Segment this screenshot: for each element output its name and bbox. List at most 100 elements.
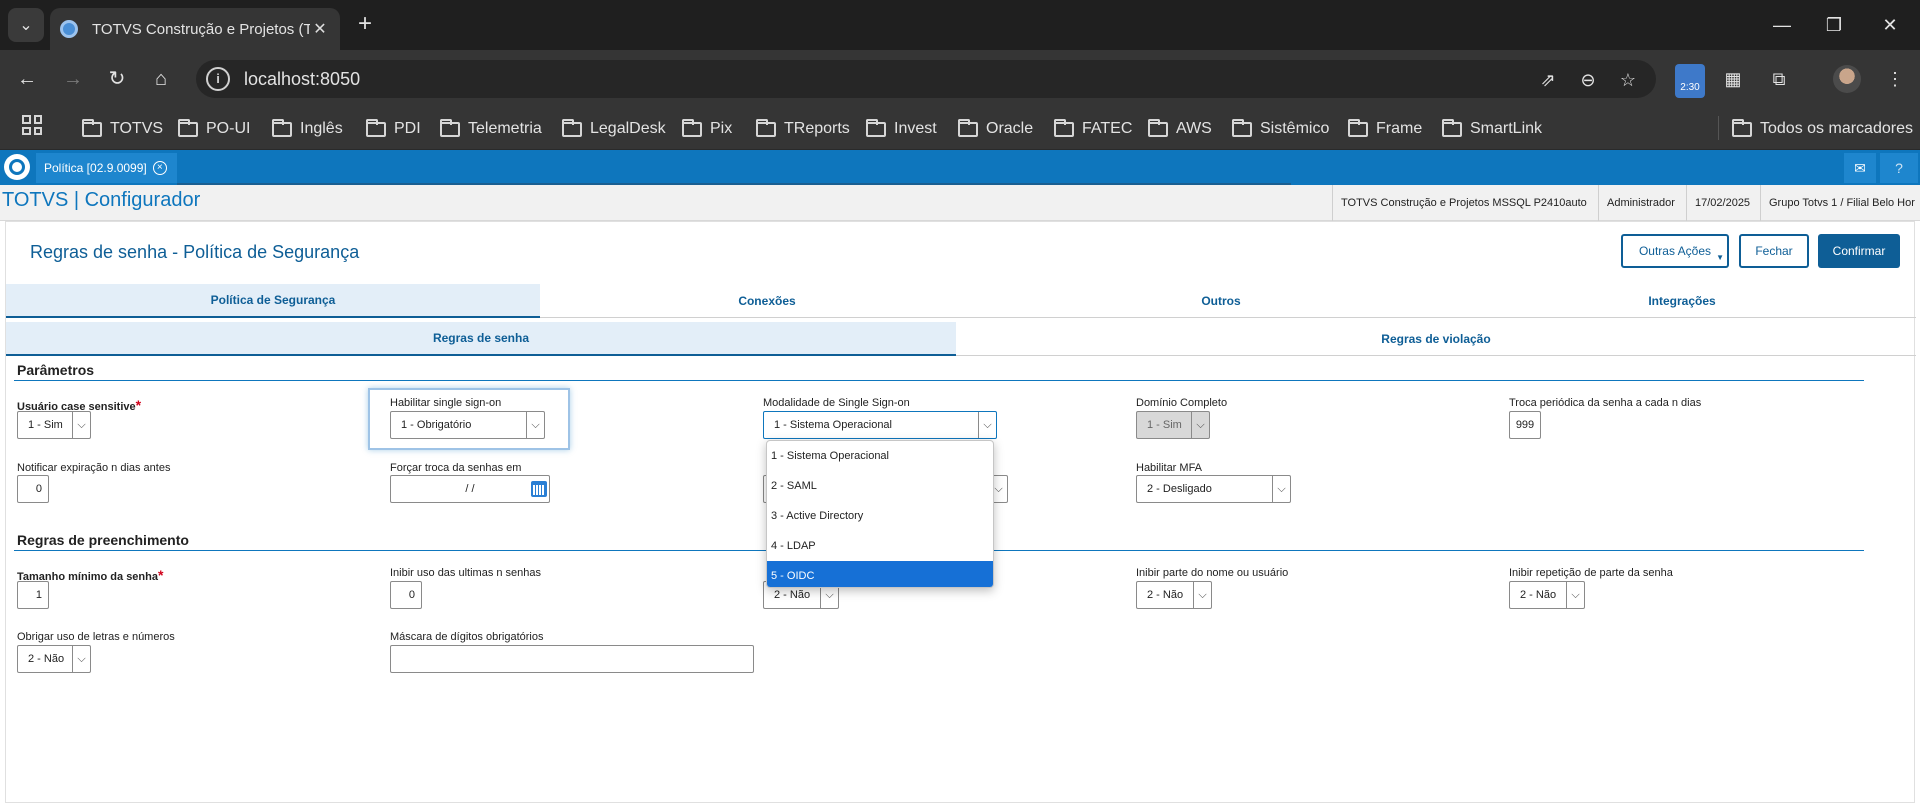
profile-avatar[interactable] <box>1833 65 1861 93</box>
folder-icon <box>866 118 886 137</box>
digit-mask-input[interactable] <box>390 645 754 673</box>
inhibit-repeat-label: Inibir repetição de parte da senha <box>1509 567 1673 579</box>
tab-integrations[interactable]: Integrações <box>1448 284 1916 318</box>
more-menu-icon[interactable]: ⋮ <box>1880 64 1910 94</box>
bookmark-folder[interactable]: PDI <box>366 116 421 142</box>
reload-icon[interactable]: ↻ <box>100 62 134 96</box>
notify-expiration-input[interactable]: 0 <box>17 475 49 503</box>
bookmark-folder[interactable]: Oracle <box>958 116 1033 142</box>
forward-arrow-icon[interactable]: → <box>56 62 90 96</box>
back-arrow-icon[interactable]: ← <box>10 62 44 96</box>
totvs-favicon-icon <box>60 20 78 38</box>
full-domain-select[interactable]: 1 - Sim ⌵ <box>1136 411 1210 439</box>
sso-option-ldap[interactable]: 4 - LDAP <box>767 531 993 561</box>
main-tabs: Política de Segurança Conexões Outros In… <box>6 284 1916 318</box>
bookmark-folder[interactable]: FATEC <box>1054 116 1132 142</box>
bookmark-folder[interactable]: Telemetria <box>440 116 542 142</box>
extensions-puzzle-icon[interactable]: ⧉ <box>1764 64 1794 94</box>
environment-info: TOTVS Construção e Projetos MSSQL P2410a… <box>1332 185 1598 221</box>
bookmark-folder[interactable]: AWS <box>1148 116 1212 142</box>
tab-password-rules[interactable]: Regras de senha <box>6 322 956 356</box>
sso-option-active-directory[interactable]: 3 - Active Directory <box>767 501 993 531</box>
inhibit-last-input[interactable]: 0 <box>390 581 422 609</box>
force-change-date-input[interactable]: / / <box>390 475 550 503</box>
sso-option-saml[interactable]: 2 - SAML <box>767 471 993 501</box>
close-tab-icon[interactable]: ✕ <box>310 19 330 39</box>
bookmark-folder[interactable]: Sistêmico <box>1232 116 1329 142</box>
sso-mode-label: Modalidade de Single Sign-on <box>763 397 910 409</box>
other-actions-button[interactable]: Outras Ações ▼ <box>1621 234 1729 268</box>
sso-option-oidc[interactable]: 5 - OIDC <box>767 561 993 587</box>
apps-grid-icon[interactable] <box>22 115 42 135</box>
folder-icon <box>756 118 776 137</box>
help-icon[interactable]: ? <box>1880 153 1918 183</box>
mfa-select[interactable]: 2 - Desligado ⌵ <box>1136 475 1291 503</box>
bookmark-folder[interactable]: Inglês <box>272 116 343 142</box>
letters-numbers-select[interactable]: 2 - Não ⌵ <box>17 645 91 673</box>
bookmark-folder[interactable]: SmartLink <box>1442 116 1542 142</box>
chevron-down-icon: ⌵ <box>1191 412 1209 438</box>
tab-security-policy[interactable]: Política de Segurança <box>6 284 540 318</box>
folder-icon <box>958 118 978 137</box>
tab-others[interactable]: Outros <box>994 284 1448 318</box>
address-bar[interactable]: i localhost:8050 ⇗ ⊖ ☆ <box>196 60 1656 98</box>
folder-icon <box>82 118 102 137</box>
bookmark-folder[interactable]: Frame <box>1348 116 1422 142</box>
restore-window-icon[interactable]: ❐ <box>1814 10 1854 40</box>
url-text: localhost:8050 <box>244 68 361 89</box>
sso-enable-select[interactable]: 1 - Obrigatório ⌵ <box>390 411 545 439</box>
browser-tab-title: TOTVS Construção e Projetos (T <box>92 20 310 38</box>
open-in-app-icon[interactable]: ⇗ <box>1536 68 1560 92</box>
periodic-change-input[interactable]: 999 <box>1509 411 1541 439</box>
sso-option-os[interactable]: 1 - Sistema Operacional <box>767 441 993 471</box>
min-length-input[interactable]: 1 <box>17 581 49 609</box>
section-fill-rules: Regras de preenchimento <box>17 532 189 548</box>
totvs-logo-icon[interactable] <box>4 154 30 180</box>
bookmark-folder[interactable]: Pix <box>682 116 732 142</box>
minimize-icon[interactable]: — <box>1762 10 1802 40</box>
app-top-bar: Política [02.9.0099] × ✉ ? <box>0 150 1920 185</box>
calendar-icon[interactable] <box>531 481 547 497</box>
chevron-down-icon: ⌵ <box>978 412 996 438</box>
all-bookmarks-folder[interactable]: Todos os marcadores <box>1732 116 1913 142</box>
browser-tab-strip: ⌄ TOTVS Construção e Projetos (T ✕ + — ❐… <box>0 0 1920 50</box>
qr-code-icon[interactable]: ▦ <box>1718 64 1748 94</box>
home-icon[interactable]: ⌂ <box>144 62 178 96</box>
folder-icon <box>366 118 386 137</box>
tab-connections[interactable]: Conexões <box>540 284 994 318</box>
section-divider <box>14 380 1864 381</box>
inhibit-last-label: Inibir uso das ultimas n senhas <box>390 567 542 579</box>
sso-enable-label: Habilitar single sign-on <box>390 397 502 409</box>
folder-icon <box>1232 118 1252 137</box>
bookmark-folder[interactable]: PO-UI <box>178 116 250 142</box>
bookmark-folder[interactable]: LegalDesk <box>562 116 666 142</box>
bookmark-folder[interactable]: TOTVS <box>82 116 163 142</box>
timer-extension-icon[interactable]: 2:30 <box>1675 64 1705 98</box>
inhibit-name-select[interactable]: 2 - Não ⌵ <box>1136 581 1212 609</box>
sso-mode-select[interactable]: 1 - Sistema Operacional ⌵ <box>763 411 997 439</box>
close-button[interactable]: Fechar <box>1739 234 1809 268</box>
close-program-icon[interactable]: × <box>152 161 167 175</box>
folder-icon <box>178 118 198 137</box>
force-change-label: Forçar troca da senhas em <box>390 462 522 474</box>
mail-icon[interactable]: ✉ <box>1844 153 1876 183</box>
confirm-button[interactable]: Confirmar <box>1818 234 1900 268</box>
caret-down-icon: ▼ <box>1716 253 1724 262</box>
bookmark-star-icon[interactable]: ☆ <box>1616 68 1640 92</box>
tab-violation-rules[interactable]: Regras de violação <box>956 322 1916 356</box>
app-title: TOTVS | Configurador <box>2 189 201 211</box>
bookmark-folder[interactable]: TReports <box>756 116 850 142</box>
site-info-icon[interactable]: i <box>206 67 230 91</box>
zoom-out-icon[interactable]: ⊖ <box>1576 68 1600 92</box>
new-tab-button[interactable]: + <box>352 12 378 38</box>
bookmark-folder[interactable]: Invest <box>866 116 937 142</box>
program-tab[interactable]: Política [02.9.0099] × <box>36 153 177 183</box>
case-sensitive-select[interactable]: 1 - Sim ⌵ <box>17 411 91 439</box>
browser-tab-active[interactable]: TOTVS Construção e Projetos (T ✕ <box>50 8 340 50</box>
folder-icon <box>1442 118 1462 137</box>
tab-search-button[interactable]: ⌄ <box>8 8 44 42</box>
close-window-icon[interactable]: ✕ <box>1870 10 1910 40</box>
inhibit-repeat-select[interactable]: 2 - Não ⌵ <box>1509 581 1585 609</box>
folder-icon <box>1732 118 1752 137</box>
folder-icon <box>440 118 460 137</box>
